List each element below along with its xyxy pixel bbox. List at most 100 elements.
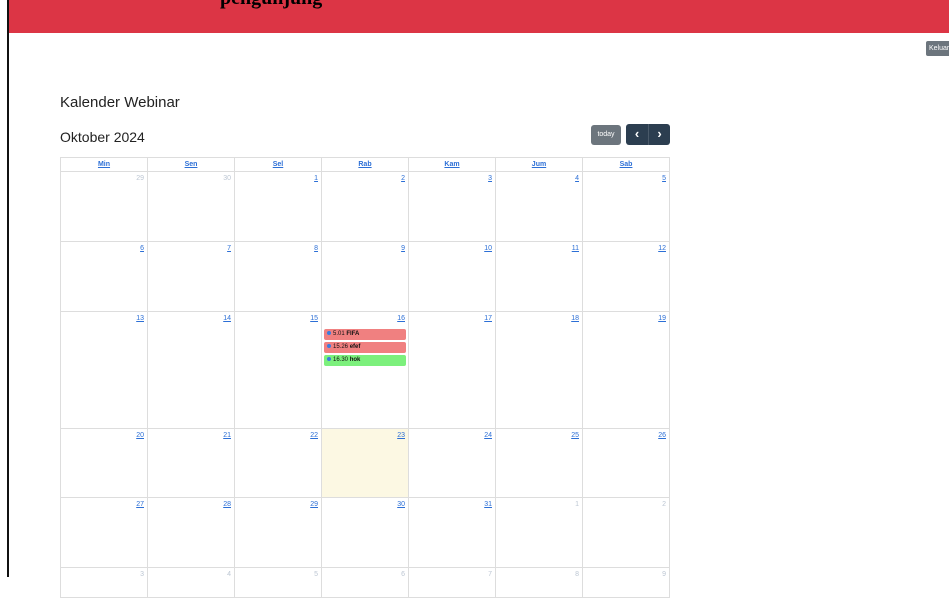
today-button[interactable]: today: [591, 125, 621, 145]
event-dot-icon: [327, 331, 331, 336]
day-number-link[interactable]: 29: [310, 501, 318, 508]
weekday-header-kam[interactable]: Kam: [409, 158, 496, 172]
calendar-day-cell[interactable]: 24: [409, 429, 496, 498]
calendar-day-cell[interactable]: 31: [409, 498, 496, 568]
logout-button[interactable]: Keluar: [926, 41, 949, 56]
day-number-link[interactable]: 21: [223, 432, 231, 439]
day-number-link[interactable]: 17: [484, 315, 492, 322]
weekday-header-rab[interactable]: Rab: [322, 158, 409, 172]
calendar-day-cell[interactable]: 8: [235, 242, 322, 312]
calendar-day-cell[interactable]: 28: [148, 498, 235, 568]
calendar-day-cell[interactable]: 29: [235, 498, 322, 568]
calendar-day-cell[interactable]: 3: [61, 568, 148, 598]
calendar-day-cell[interactable]: 30: [148, 172, 235, 242]
day-number-link[interactable]: 25: [571, 432, 579, 439]
day-number-link[interactable]: 1: [314, 175, 318, 182]
day-number-link[interactable]: 9: [401, 245, 405, 252]
day-number-link[interactable]: 11: [572, 245, 579, 252]
calendar-day-cell[interactable]: 30: [322, 498, 409, 568]
next-month-button[interactable]: ›: [648, 124, 670, 145]
calendar-week-row: 13 14 15 16 5.01 FIFA 15.26 efef 16.30 hok 17 18…: [60, 312, 670, 429]
calendar-day-cell[interactable]: 11: [496, 242, 583, 312]
weekday-header-min[interactable]: Min: [61, 158, 148, 172]
day-number-link[interactable]: 10: [484, 245, 492, 252]
calendar-event[interactable]: 16.30 hok: [324, 355, 406, 366]
calendar-day-cell[interactable]: 19: [583, 312, 670, 429]
day-number-link[interactable]: 31: [484, 501, 492, 508]
day-number-link[interactable]: 3: [488, 175, 492, 182]
weekday-header-sel[interactable]: Sel: [235, 158, 322, 172]
calendar-day-cell[interactable]: 1: [496, 498, 583, 568]
day-number-link[interactable]: 18: [571, 315, 579, 322]
day-number-link[interactable]: 5: [662, 175, 666, 182]
day-number-link[interactable]: 29: [136, 175, 144, 182]
calendar-day-cell[interactable]: 25: [496, 429, 583, 498]
calendar-day-cell[interactable]: 18: [496, 312, 583, 429]
day-number-link[interactable]: 12: [658, 245, 666, 252]
calendar-day-cell[interactable]: 15: [235, 312, 322, 429]
calendar-day-cell[interactable]: 20: [61, 429, 148, 498]
calendar-day-cell[interactable]: 3: [409, 172, 496, 242]
calendar-day-cell[interactable]: 5: [235, 568, 322, 598]
calendar-day-cell[interactable]: 7: [409, 568, 496, 598]
calendar-event[interactable]: 15.26 efef: [324, 342, 406, 353]
calendar-day-cell[interactable]: 6: [322, 568, 409, 598]
calendar-day-cell[interactable]: 5: [583, 172, 670, 242]
calendar-day-cell-today[interactable]: 23: [322, 429, 409, 498]
event-dot-icon: [327, 357, 331, 362]
day-number-link[interactable]: 2: [401, 175, 405, 182]
day-number-link[interactable]: 6: [140, 245, 144, 252]
day-number-link[interactable]: 27: [136, 501, 144, 508]
window-left-border: [7, 0, 9, 577]
day-number-link[interactable]: 4: [575, 175, 579, 182]
day-number-link[interactable]: 20: [136, 432, 144, 439]
calendar-day-cell[interactable]: 7: [148, 242, 235, 312]
day-number-link[interactable]: 15: [310, 315, 318, 322]
day-number-link[interactable]: 7: [227, 245, 231, 252]
day-number-link[interactable]: 13: [136, 315, 144, 322]
weekday-header-jum[interactable]: Jum: [496, 158, 583, 172]
day-number-link[interactable]: 26: [658, 432, 666, 439]
day-number-link[interactable]: 19: [658, 315, 666, 322]
calendar-week-row: 27 28 29 30 31 1 2: [60, 498, 670, 568]
day-number-link[interactable]: 14: [223, 315, 231, 322]
event-dot-icon: [327, 344, 331, 349]
calendar-day-cell[interactable]: 9: [583, 568, 670, 598]
day-number-link[interactable]: 24: [484, 432, 492, 439]
day-number-link[interactable]: 30: [397, 501, 405, 508]
day-number-link[interactable]: 23: [397, 432, 405, 439]
calendar-event[interactable]: 5.01 FIFA: [324, 329, 406, 340]
day-number-link[interactable]: 1: [575, 501, 579, 508]
prev-month-button[interactable]: ‹: [626, 124, 648, 145]
calendar-day-cell[interactable]: 16 5.01 FIFA 15.26 efef 16.30 hok: [322, 312, 409, 429]
calendar-day-cell[interactable]: 26: [583, 429, 670, 498]
calendar-day-cell[interactable]: 2: [583, 498, 670, 568]
calendar-day-cell[interactable]: 2: [322, 172, 409, 242]
calendar-day-cell[interactable]: 13: [61, 312, 148, 429]
weekday-header-sab[interactable]: Sab: [583, 158, 670, 172]
weekday-header-row: Min Sen Sel Rab Kam Jum Sab: [60, 157, 670, 172]
calendar-week-row: 3456789: [60, 568, 670, 598]
day-number-link[interactable]: 2: [662, 501, 666, 508]
day-number-link[interactable]: 30: [223, 175, 231, 182]
day-number-link[interactable]: 8: [314, 245, 318, 252]
calendar-day-cell[interactable]: 29: [61, 172, 148, 242]
calendar-day-cell[interactable]: 6: [61, 242, 148, 312]
calendar-day-cell[interactable]: 9: [322, 242, 409, 312]
calendar-day-cell[interactable]: 10: [409, 242, 496, 312]
day-number-link[interactable]: 28: [223, 501, 231, 508]
calendar-day-cell[interactable]: 4: [496, 172, 583, 242]
calendar-day-cell[interactable]: 14: [148, 312, 235, 429]
calendar-day-cell[interactable]: 22: [235, 429, 322, 498]
calendar-day-cell[interactable]: 1: [235, 172, 322, 242]
calendar-day-cell[interactable]: 12: [583, 242, 670, 312]
calendar-day-cell[interactable]: 8: [496, 568, 583, 598]
calendar-day-cell[interactable]: 17: [409, 312, 496, 429]
calendar-day-cell[interactable]: 21: [148, 429, 235, 498]
calendar-month-title: Oktober 2024: [60, 129, 145, 145]
day-number-link[interactable]: 22: [310, 432, 318, 439]
calendar-day-cell[interactable]: 4: [148, 568, 235, 598]
day-number-link[interactable]: 16: [397, 315, 405, 322]
calendar-day-cell[interactable]: 27: [61, 498, 148, 568]
weekday-header-sen[interactable]: Sen: [148, 158, 235, 172]
